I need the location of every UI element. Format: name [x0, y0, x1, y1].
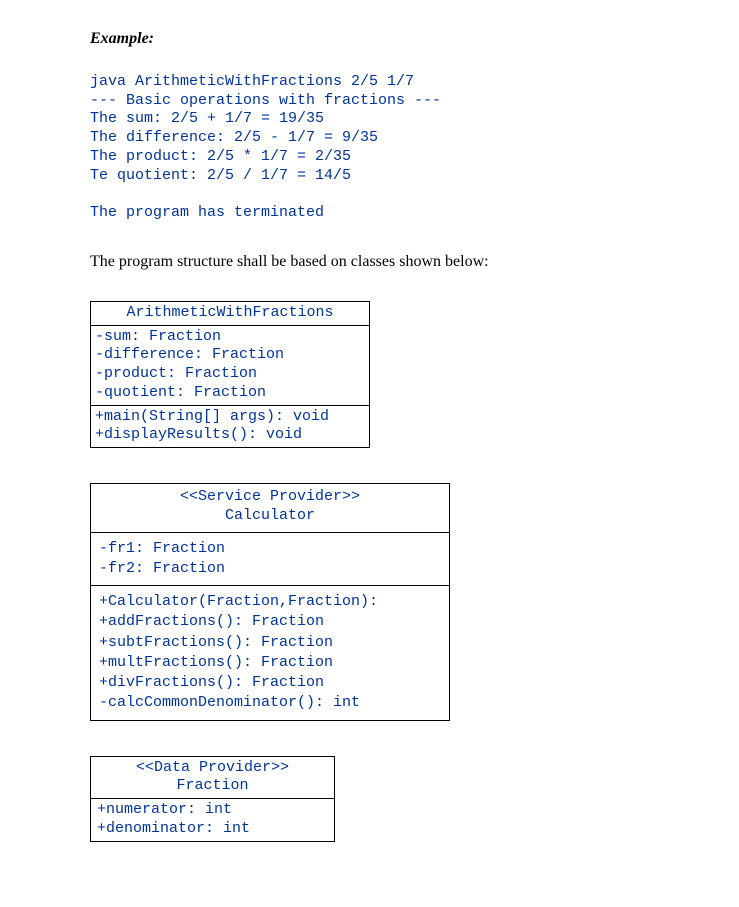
uml-method: +addFractions(): Fraction — [99, 613, 324, 630]
code-line: The difference: 2/5 - 1/7 = 9/35 — [90, 129, 378, 146]
uml-class-fraction: <<Data Provider>> Fraction +numerator: i… — [90, 756, 335, 842]
uml-class-calculator: <<Service Provider>> Calculator -fr1: Fr… — [90, 483, 450, 721]
uml-attr: -fr2: Fraction — [99, 560, 225, 577]
code-line: --- Basic operations with fractions --- — [90, 92, 441, 109]
uml-method: -calcCommonDenominator(): int — [99, 694, 360, 711]
uml-attr: -difference: Fraction — [95, 346, 284, 363]
structure-paragraph: The program structure shall be based on … — [90, 253, 649, 271]
uml-method: +Calculator(Fraction,Fraction): — [99, 593, 378, 610]
uml-attr: +numerator: int — [97, 801, 232, 818]
uml-stereotype: <<Service Provider>> — [95, 488, 445, 507]
uml-attr: -quotient: Fraction — [95, 384, 266, 401]
uml-header: <<Service Provider>> Calculator — [91, 484, 449, 533]
code-line: java ArithmeticWithFractions 2/5 1/7 — [90, 73, 414, 90]
uml-attr: -sum: Fraction — [95, 328, 221, 345]
uml-attributes: -sum: Fraction -difference: Fraction -pr… — [91, 326, 369, 405]
code-line: The sum: 2/5 + 1/7 = 19/35 — [90, 110, 324, 127]
uml-method: +divFractions(): Fraction — [99, 674, 324, 691]
uml-attributes: -fr1: Fraction -fr2: Fraction — [91, 533, 449, 586]
uml-header: ArithmeticWithFractions — [91, 302, 369, 326]
uml-method: +multFractions(): Fraction — [99, 654, 333, 671]
uml-method: +subtFractions(): Fraction — [99, 634, 333, 651]
uml-class-arithmetic: ArithmeticWithFractions -sum: Fraction -… — [90, 301, 370, 448]
uml-methods: +Calculator(Fraction,Fraction): +addFrac… — [91, 585, 449, 720]
code-line: Te quotient: 2/5 / 1/7 = 14/5 — [90, 167, 351, 184]
uml-attributes: +numerator: int +denominator: int — [91, 799, 334, 841]
uml-header: <<Data Provider>> Fraction — [91, 757, 334, 800]
example-code-block: java ArithmeticWithFractions 2/5 1/7 ---… — [90, 54, 649, 223]
uml-attr: -fr1: Fraction — [99, 540, 225, 557]
uml-stereotype: <<Data Provider>> — [95, 759, 330, 778]
code-line: The product: 2/5 * 1/7 = 2/35 — [90, 148, 351, 165]
uml-method: +displayResults(): void — [95, 426, 302, 443]
uml-classname: Fraction — [95, 777, 330, 796]
uml-classname: ArithmeticWithFractions — [95, 304, 365, 323]
code-line: The program has terminated — [90, 204, 324, 221]
uml-attr: +denominator: int — [97, 820, 250, 837]
example-heading: Example: — [90, 30, 649, 48]
uml-method: +main(String[] args): void — [95, 408, 329, 425]
uml-attr: -product: Fraction — [95, 365, 257, 382]
uml-classname: Calculator — [95, 507, 445, 526]
uml-methods: +main(String[] args): void +displayResul… — [91, 405, 369, 448]
